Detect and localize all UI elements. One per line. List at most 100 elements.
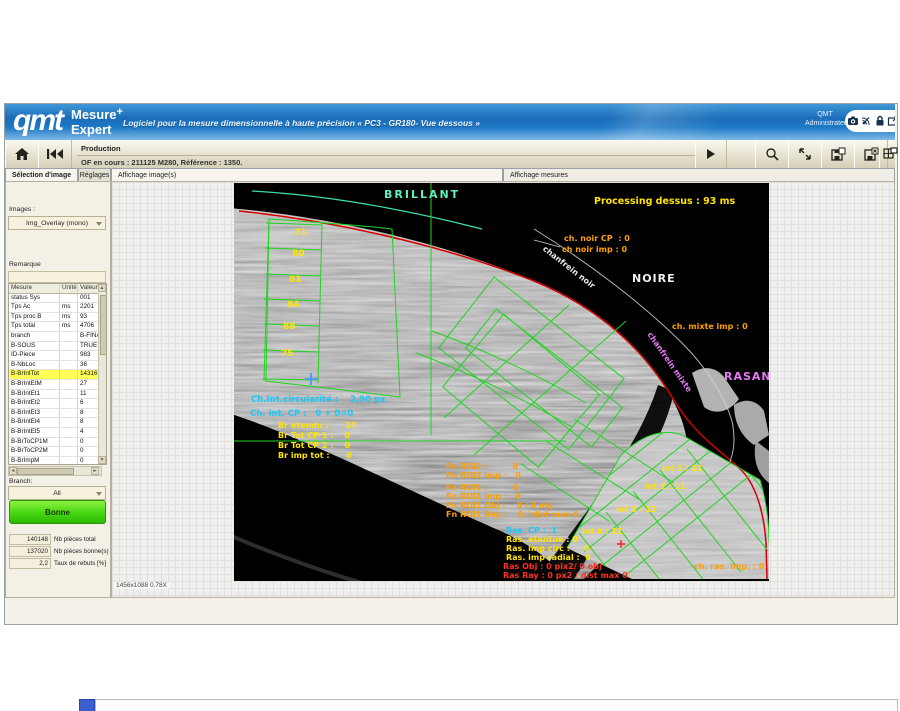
layout-windows-button[interactable] — [879, 140, 900, 168]
table-cell: B-BrIntEt5 — [9, 428, 60, 437]
tab-selection-image[interactable]: Sélection d'image — [5, 168, 78, 182]
table-row[interactable]: B-SOUSTRUE — [9, 342, 106, 352]
label-ch-noir-imp: ch noir imp : 0 — [562, 246, 627, 254]
images-label: Images : — [9, 206, 35, 213]
status-bonne-button[interactable]: Bonne — [9, 500, 106, 524]
label-fn-roi1-obj: Fn ROI1 Obj : 0 / 0 obj — [446, 502, 553, 510]
table-row[interactable]: status Sys001 — [9, 294, 106, 304]
label-br-imp-tot: Br imp tot : 0 — [278, 452, 352, 460]
header-status-icons — [845, 110, 895, 132]
label-ch-ras-imp: ch. ras. imp. : 0 — [694, 563, 764, 571]
table-cell — [60, 370, 78, 379]
save-image-button[interactable] — [821, 140, 855, 168]
table-cell — [60, 390, 78, 399]
stat-label: Nb pièces bonne(s) — [51, 548, 109, 555]
table-row[interactable]: B-BrToCP2M0 — [9, 447, 106, 457]
play-button[interactable] — [695, 140, 727, 168]
table-cell: B-BrIntEt4 — [9, 418, 60, 427]
table-cell: B-BrIntTot — [9, 370, 60, 379]
table-row[interactable]: B-BrIntEtM27 — [9, 380, 106, 390]
branch-select[interactable]: All — [8, 486, 106, 500]
table-row[interactable]: Tps totalms4706 — [9, 322, 106, 332]
remark-input[interactable] — [8, 271, 106, 283]
label-ch-noir-cp: ch. noir CP : 0 — [564, 235, 630, 243]
label-ras-ray: Ras Ray : 0 px2 / dist max 0 — [503, 572, 628, 580]
table-cell — [60, 380, 78, 389]
table-row[interactable]: B-BrIntEt26 — [9, 399, 106, 409]
table-row[interactable]: B-BrIntEt48 — [9, 418, 106, 428]
label-processing-time: Processing dessus : 93 ms — [594, 197, 735, 207]
qmt-logo-caption: Mesure+ Expert — [71, 107, 123, 136]
label-fn-roi1-ray: Fn ROI1 Ray : 0 / dist max 0 — [446, 511, 579, 519]
image-select[interactable]: Img_Overlay (mono) — [8, 216, 106, 230]
roi-count: 81 — [289, 276, 302, 285]
table-cell: B-BrIntEt1 — [9, 390, 60, 399]
table-horizontal-scrollbar[interactable]: ◄► — [8, 466, 102, 476]
table-row[interactable]: B-BrToCP1M0 — [9, 438, 106, 448]
label-fn-roi2: Fn ROI2 : 0 — [446, 463, 518, 471]
label-ch-int-cp: Ch. int. CP : 0 + 0=0 — [250, 410, 353, 419]
table-cell — [60, 447, 78, 456]
stat-row: 2,2Taux de rebuts [%] — [9, 558, 106, 568]
external-window-icon[interactable] — [887, 115, 895, 127]
taskbar-app-icon[interactable] — [79, 699, 95, 711]
table-cell — [60, 399, 78, 408]
label-ras-imp-circ: Ras. imp circ : 0 — [506, 545, 589, 553]
lock-icon[interactable] — [874, 115, 886, 127]
label-brillant: BRILLANT — [384, 189, 460, 200]
table-row[interactable]: B-BrIntEt111 — [9, 390, 106, 400]
roi-count: 71 — [294, 229, 307, 238]
chevron-down-icon — [96, 492, 102, 496]
roi-count: 84 — [287, 301, 300, 310]
table-row[interactable]: branchB-FINA — [9, 332, 106, 342]
label-noire: NOIRE — [632, 273, 676, 284]
table-row[interactable]: B-BrIntEt38 — [9, 409, 106, 419]
header-band: qmt Mesure+ Expert Logiciel pour la mesu… — [5, 104, 895, 140]
table-cell: B-BrIntEtM — [9, 380, 60, 389]
chevron-down-icon — [96, 222, 102, 226]
of-line: OF en cours : 211125 M280, Référence : 1… — [75, 158, 695, 167]
tab-affichage-images[interactable]: Affichage image(s) — [111, 168, 503, 182]
divider — [77, 155, 695, 156]
app-subtitle: Logiciel pour la mesure dimensionnelle à… — [123, 118, 480, 128]
roi-count: 88 — [283, 323, 296, 332]
table-cell — [60, 457, 78, 465]
mode-label: Production — [75, 141, 695, 153]
table-row[interactable]: ID-Piece983 — [9, 351, 106, 361]
label-ras-etendue: Ras. etentue : 0 — [506, 536, 578, 544]
label-int1: int 1 : 11 — [662, 465, 703, 473]
application-window: qmt Mesure+ Expert Logiciel pour la mesu… — [0, 0, 900, 711]
table-row[interactable]: B-NbLoc36 — [9, 361, 106, 371]
table-cell: B-BrToCP2M — [9, 447, 60, 456]
table-row[interactable]: Tps proc Bms93 — [9, 313, 106, 323]
camera-icon[interactable] — [847, 115, 859, 127]
label-fn-roi1-imp: Fn ROI1 imp : 0 — [446, 493, 521, 501]
table-row[interactable]: B-BrIntTot14316 — [9, 370, 106, 380]
table-cell — [60, 438, 78, 447]
search-button[interactable] — [755, 140, 789, 168]
label-ras-cp: Ras. CP : 1 — [506, 527, 557, 535]
fit-zoom-button[interactable] — [788, 140, 822, 168]
inspection-image[interactable]: BRILLANT Processing dessus : 93 ms ch. noi… — [234, 183, 769, 581]
antenna-icon[interactable] — [860, 115, 872, 127]
branch-label: Branch: — [9, 478, 32, 485]
table-row[interactable]: Tps Acms2201 — [9, 303, 106, 313]
table-cell: B-NbLoc — [9, 361, 60, 370]
table-body: status Sys001Tps Acms2201Tps proc Bms93T… — [9, 294, 106, 465]
table-cell: B-SOUS — [9, 342, 60, 351]
stat-label: Taux de rebuts [%] — [51, 560, 106, 567]
table-cell: branch — [9, 332, 60, 341]
rewind-button[interactable] — [38, 140, 72, 168]
table-cell — [60, 342, 78, 351]
label-int2: int 2 : 11 — [645, 483, 686, 491]
current-user: QMTAdministrateur — [805, 110, 845, 128]
table-cell — [60, 351, 78, 360]
home-button[interactable] — [5, 140, 39, 168]
table-cell: ms — [60, 313, 78, 322]
table-row[interactable]: B-BrIntEt54 — [9, 428, 106, 438]
tab-reglages[interactable]: Réglages — [78, 168, 111, 182]
table-vertical-scrollbar[interactable]: ▲ ▼ — [98, 293, 106, 457]
qmt-logo: qmt — [13, 104, 62, 138]
tab-affichage-mesures[interactable]: Affichage mesures — [503, 168, 895, 182]
table-row[interactable]: B-BrImpM0 — [9, 457, 106, 465]
